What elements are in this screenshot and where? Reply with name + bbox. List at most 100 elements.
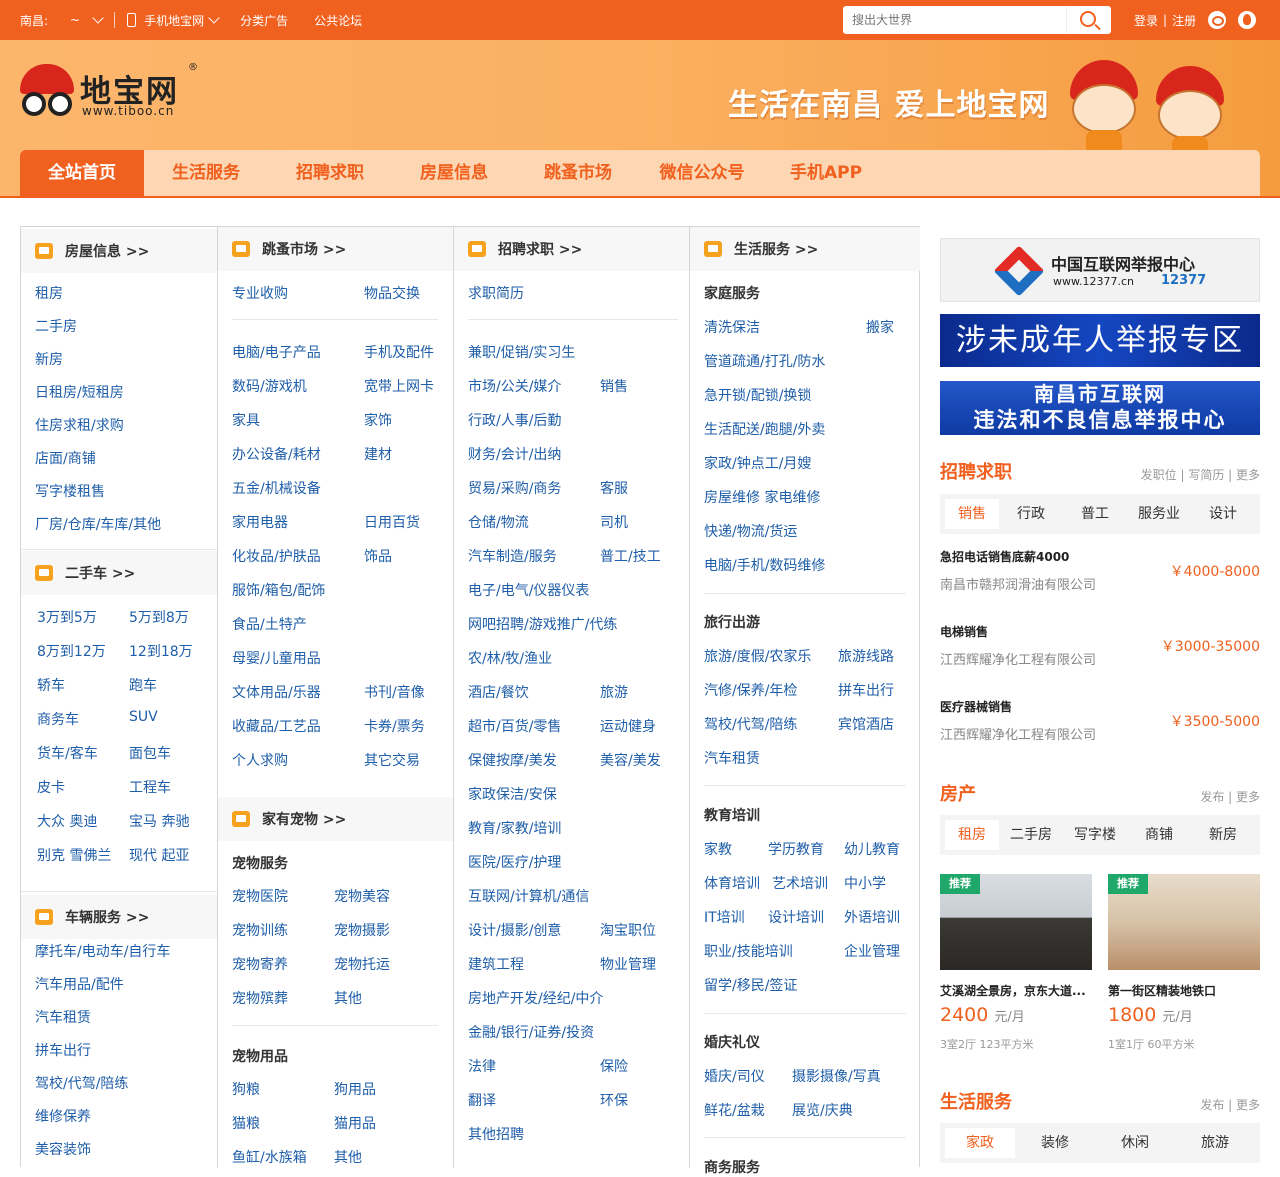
tab-leisure[interactable]: 休闲 [1095,1128,1175,1158]
nav-market[interactable]: 跳蚤市场 [516,150,640,196]
link-education[interactable]: 外语培训 [844,907,900,927]
link-job[interactable]: 兼职/促销/实习生 [468,342,575,362]
link-travel[interactable]: 旅游/度假/农家乐 [704,646,811,666]
link-job[interactable]: 运动健身 [600,716,656,736]
link-job[interactable]: 物业管理 [600,954,656,974]
house-title[interactable]: 第一街区精装地铁口 [1108,982,1260,999]
link-job[interactable]: 环保 [600,1090,628,1110]
tab-service[interactable]: 服务业 [1127,499,1191,529]
link-job[interactable]: 客服 [600,478,628,498]
link-job[interactable]: 教育/家教/培训 [468,818,561,838]
link-vehicle-service[interactable]: 维修保养 [35,1106,91,1126]
link-market[interactable]: 母婴/儿童用品 [232,648,321,668]
link-vehicle-service[interactable]: 拼车出行 [35,1040,91,1060]
qq-icon[interactable] [1238,11,1257,29]
link-pet-service[interactable]: 宠物医院 [232,886,288,906]
link-life[interactable]: 生活配送/跑腿/外卖 [704,419,825,439]
link-job[interactable]: 市场/公关/媒介 [468,376,561,396]
nav-app[interactable]: 手机APP [764,150,888,196]
link-education[interactable]: 幼儿教育 [844,839,900,859]
link-car-price[interactable]: 12到18万 [129,641,193,661]
tab-new-house[interactable]: 新房 [1191,820,1255,850]
link-life[interactable]: 清洗保洁 [704,317,760,337]
tab-admin[interactable]: 行政 [999,499,1063,529]
chevron-down-icon[interactable] [208,12,220,24]
link-job[interactable]: 家政保洁/安保 [468,784,557,804]
link-job[interactable]: 贸易/采购/商务 [468,478,561,498]
link-market[interactable]: 宽带上网卡 [364,376,434,396]
link-job[interactable]: 翻译 [468,1090,496,1110]
link-seek-house[interactable]: 住房求租/求购 [35,415,124,435]
link-pet-service[interactable]: 宠物托运 [334,954,390,974]
link-market[interactable]: 食品/土特产 [232,614,307,634]
link-education[interactable]: 体育培训 [704,873,760,893]
job-title[interactable]: 电梯销售 [940,623,988,640]
link-job[interactable]: 超市/百货/零售 [468,716,561,736]
link-car-brand[interactable]: 别克 雪佛兰 [37,845,111,865]
nav-jobs[interactable]: 招聘求职 [268,150,392,196]
link-short-rent[interactable]: 日租房/短租房 [35,382,124,402]
link-life[interactable]: 急开锁/配锁/换锁 [704,385,811,405]
nav-home[interactable]: 全站首页 [20,150,144,196]
link-market[interactable]: 五金/机械设备 [232,478,321,498]
link-job[interactable]: 汽车制造/服务 [468,546,557,566]
link-education[interactable]: 中小学 [844,873,886,893]
link-vehicle-service[interactable]: 美容装饰 [35,1139,91,1159]
tab-rent[interactable]: 租房 [945,820,999,850]
link-market[interactable]: 其它交易 [364,750,420,770]
link-market[interactable]: 日用百货 [364,512,420,532]
link-travel[interactable]: 旅游线路 [838,646,894,666]
link-market[interactable]: 家用电器 [232,512,288,532]
link-car-price[interactable]: 3万到5万 [37,607,97,627]
link-job[interactable]: 互联网/计算机/通信 [468,886,589,906]
link-job[interactable]: 农/林/牧/渔业 [468,648,552,668]
nav-wechat[interactable]: 微信公众号 [640,150,764,196]
section-actions[interactable]: 发布 | 更多 [1200,1096,1260,1113]
link-market[interactable]: 家具 [232,410,260,430]
link-wedding[interactable]: 展览/庆典 [792,1100,853,1120]
section-title[interactable]: 生活服务 [940,1088,1012,1114]
link-car-brand[interactable]: 现代 起亚 [129,845,189,865]
section-actions[interactable]: 发职位 | 写简历 | 更多 [1141,466,1260,483]
link-education[interactable]: 留学/移民/签证 [704,975,797,995]
link-car-brand[interactable]: 大众 奥迪 [37,811,97,831]
link-shop[interactable]: 店面/商铺 [35,448,96,468]
link-pet-service[interactable]: 其他 [334,988,362,1008]
link-vehicle-service[interactable]: 摩托车/电动车/自行车 [35,941,170,961]
link-job[interactable]: 行政/人事/后勤 [468,410,561,430]
link-resume[interactable]: 求职简历 [468,283,524,303]
link-pet-service[interactable]: 宠物训练 [232,920,288,940]
link-car-type[interactable]: 货车/客车 [37,743,98,763]
forum-link[interactable]: 公共论坛 [314,12,362,29]
link-life[interactable]: 电脑/手机/数码维修 [704,555,825,575]
section-actions[interactable]: 发布 | 更多 [1200,788,1260,805]
tab-sales[interactable]: 销售 [945,499,999,529]
tab-shop[interactable]: 商铺 [1127,820,1191,850]
link-market[interactable]: 收藏品/工艺品 [232,716,321,736]
section-header-jobs[interactable]: 招聘求职 >> [454,227,689,271]
banner-nanchang-report[interactable]: 南昌市互联网 违法和不良信息举报中心 [940,381,1260,435]
link-market[interactable]: 手机及配件 [364,342,434,362]
link-market[interactable]: 饰品 [364,546,392,566]
link-pet-goods[interactable]: 猫用品 [334,1113,376,1133]
link-car-price[interactable]: 5万到8万 [129,607,189,627]
link-car-type[interactable]: 工程车 [129,777,171,797]
link-job[interactable]: 电子/电气/仪器仪表 [468,580,589,600]
link-pet-goods[interactable]: 狗用品 [334,1079,376,1099]
link-car-type[interactable]: 商务车 [37,709,79,729]
link-market[interactable]: 专业收购 [232,283,288,303]
nav-house[interactable]: 房屋信息 [392,150,516,196]
link-travel[interactable]: 汽修/保养/年检 [704,680,797,700]
link-life[interactable]: 家政/钟点工/月嫂 [704,453,811,473]
link-market[interactable]: 电脑/电子产品 [232,342,321,362]
link-job[interactable]: 金融/银行/证券/投资 [468,1022,594,1042]
link-education[interactable]: 设计培训 [768,907,824,927]
link-education[interactable]: IT培训 [704,907,745,927]
link-wedding[interactable]: 鲜花/盆栽 [704,1100,765,1120]
banner-report-center[interactable]: 中国互联网举报中心 www.12377.cn 12377 [940,238,1260,302]
link-car-type[interactable]: 皮卡 [37,777,65,797]
login-link[interactable]: 登录 [1134,12,1158,29]
link-job[interactable]: 普工/技工 [600,546,661,566]
link-market[interactable]: 个人求购 [232,750,288,770]
link-job[interactable]: 网吧招聘/游戏推广/代练 [468,614,617,634]
